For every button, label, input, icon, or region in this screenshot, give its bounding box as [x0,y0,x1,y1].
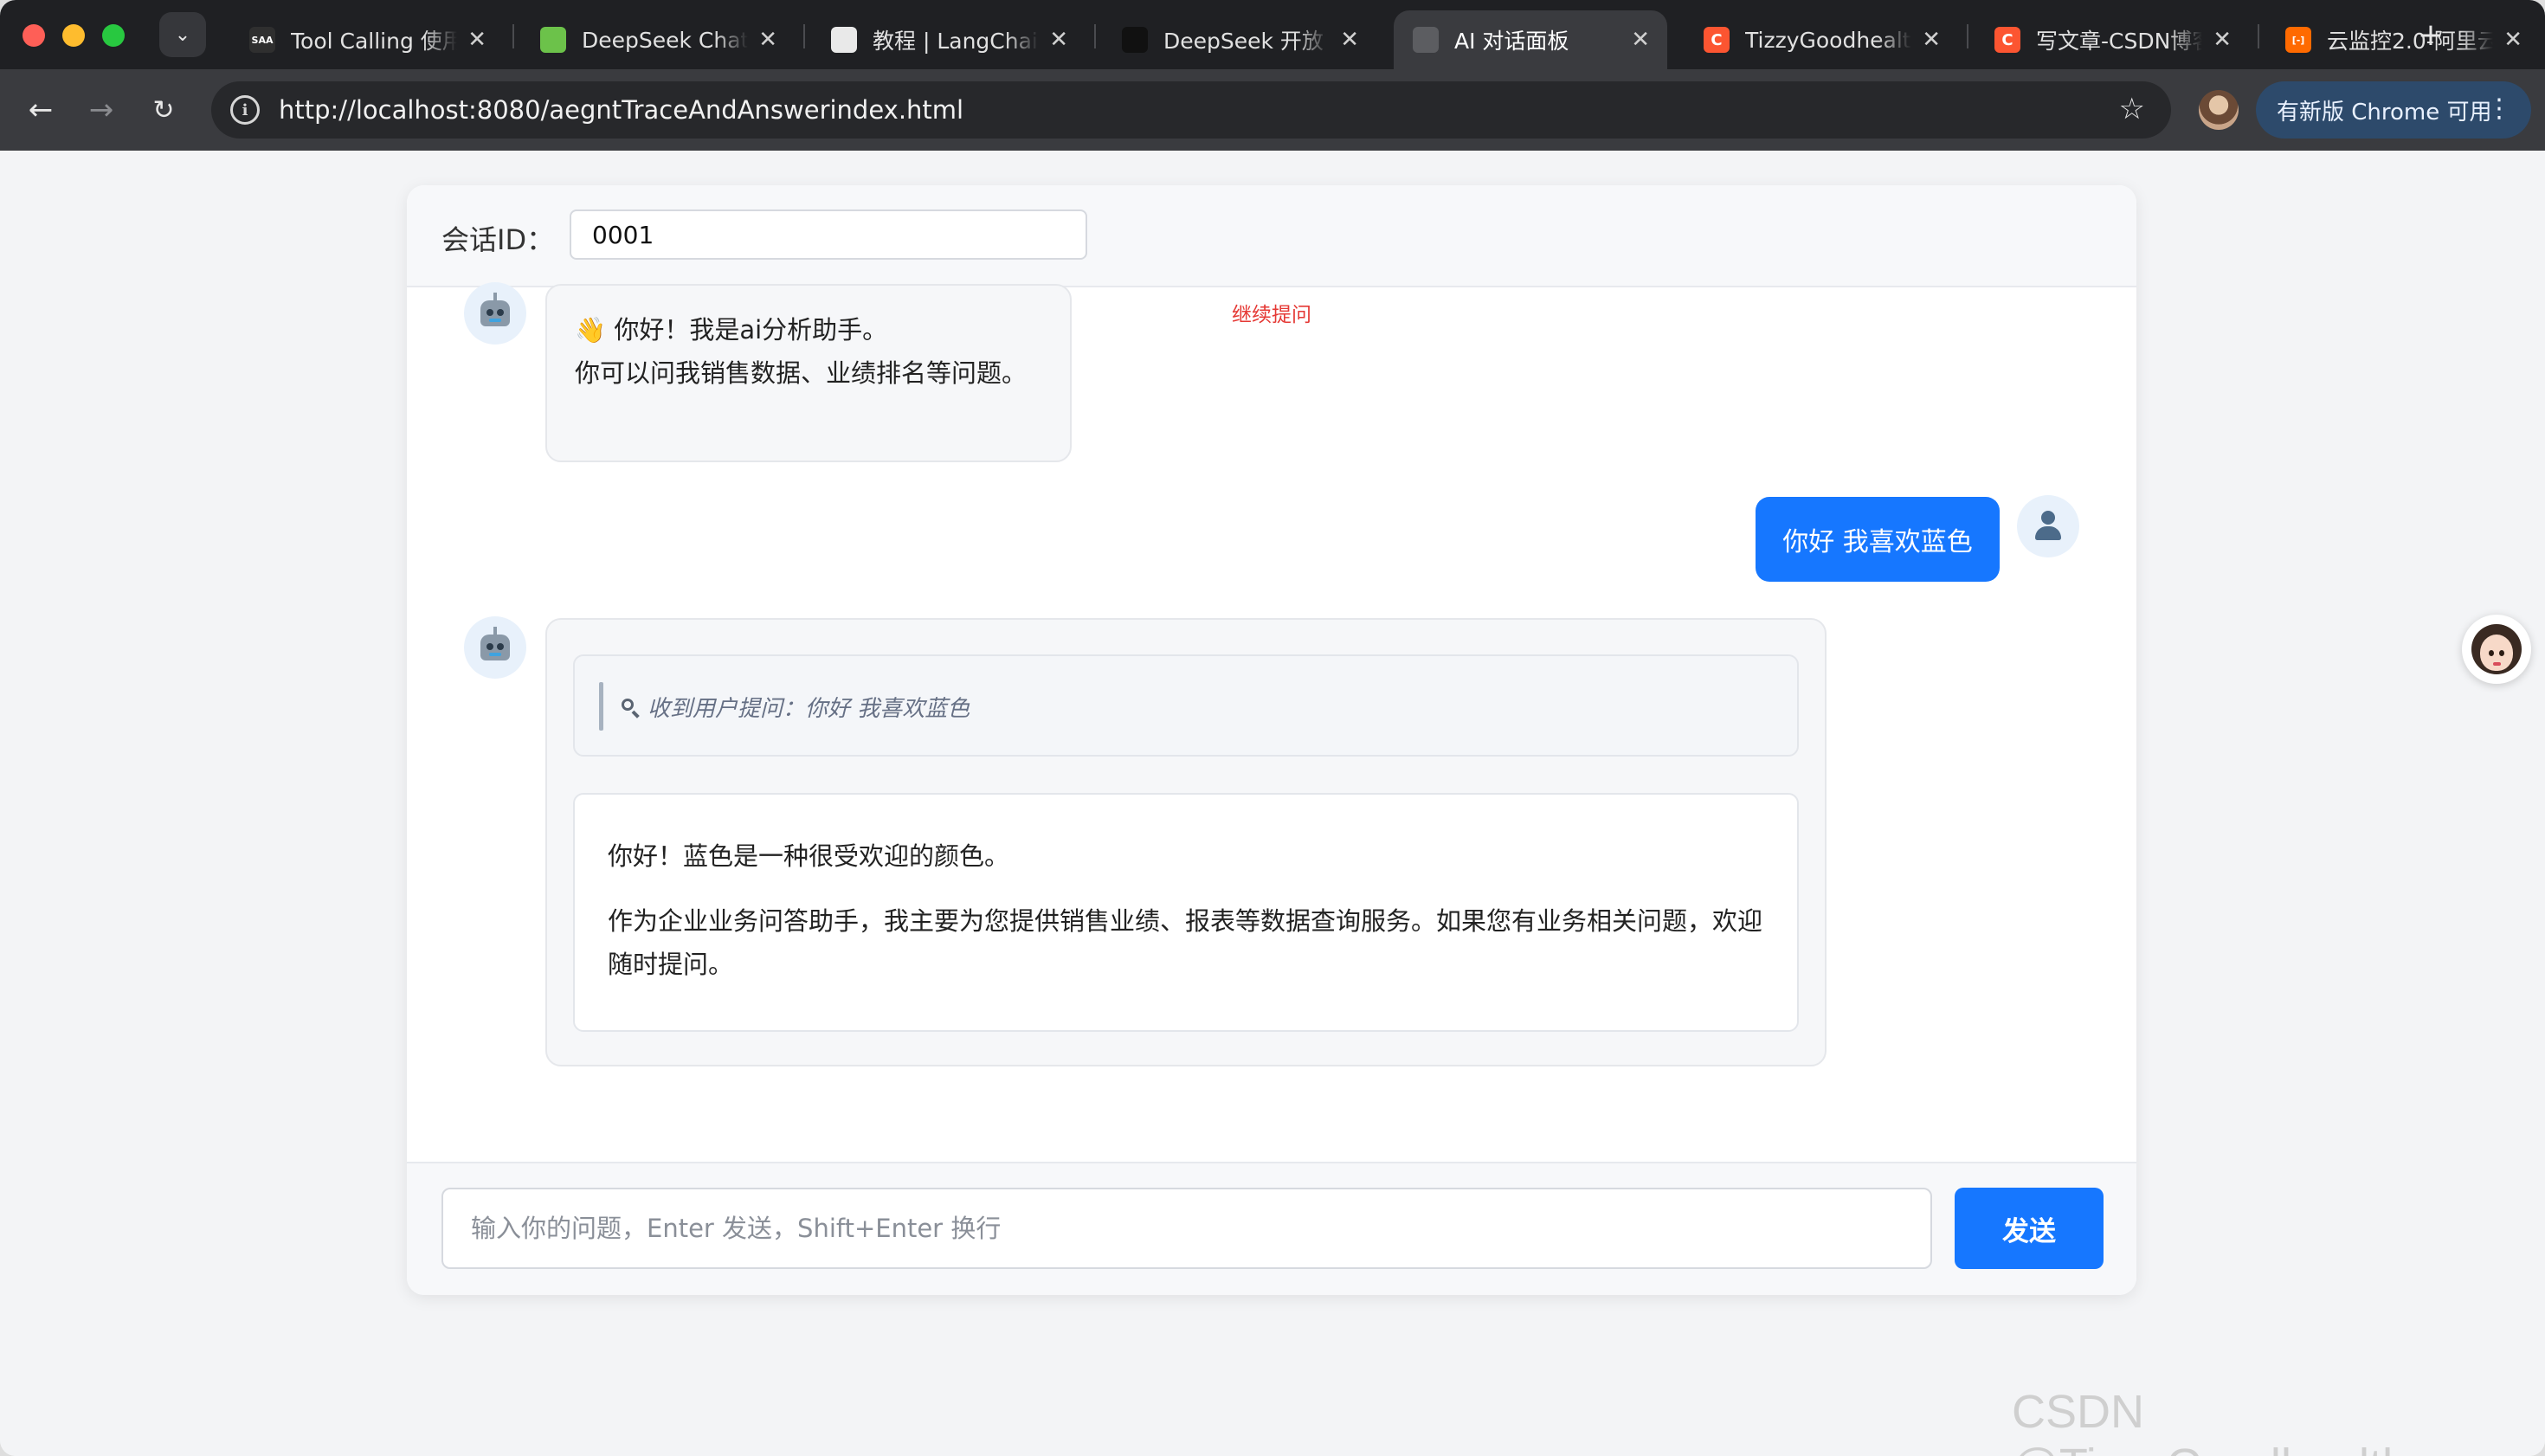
greeting-line-1: 👋 你好！我是ai分析助手。 [575,315,888,345]
bot-answer-bubble: 收到用户提问：你好 我喜欢蓝色 你好！蓝色是一种很受欢迎的颜色。 作为企业业务问… [545,618,1827,1066]
user-message-bubble: 你好 我喜欢蓝色 [1756,497,2000,582]
user-icon [2033,511,2063,542]
browser-tab[interactable]: DeepSeek 开放 ✕ [1103,10,1376,69]
tab-favicon-icon [1413,27,1439,53]
tab-separator [2258,24,2259,48]
bot-greeting-bubble: 👋 你好！我是ai分析助手。 你可以问我销售数据、业绩排名等问题。 [545,284,1072,462]
tab-search-chevron-icon[interactable]: ⌄ [159,12,206,57]
page-viewport: 会话ID： 继续提问 👋 你好！我是ai分析助手。 你可以问我销售数据、业绩排名… [0,151,2545,1456]
tab-title: DeepSeek 开放 [1163,29,1324,54]
browser-tab[interactable]: DeepSeek Chat ✕ [521,10,795,69]
browser-tab[interactable]: C 写文章-CSDN博客 ✕ [1975,10,2249,69]
tab-favicon-icon: C [1994,27,2020,53]
magnifier-icon [620,697,641,718]
agent-trace-box: 收到用户提问：你好 我喜欢蓝色 [573,654,1799,757]
csdn-watermark: CSDN @TizzyGoodhealth [2012,1386,2408,1456]
tab-title: Tool Calling 使用 [291,29,458,54]
forward-arrow-icon[interactable]: → [80,88,123,132]
answer-paragraph-2: 作为企业业务问答助手，我主要为您提供销售业绩、报表等数据查询服务。如果您有业务相… [608,906,1763,979]
trace-line: 收到用户提问：你好 我喜欢蓝色 [620,691,970,723]
more-menu-icon[interactable]: ⋮ [2486,93,2512,124]
tab-title: 教程 | LangChain [873,29,1040,54]
trace-text: 收到用户提问：你好 我喜欢蓝色 [648,696,970,722]
tab-separator [1094,24,1096,48]
tab-separator [803,24,805,48]
robot-icon [480,627,510,660]
chat-panel: 会话ID： 继续提问 👋 你好！我是ai分析助手。 你可以问我销售数据、业绩排名… [407,185,2136,1295]
tab-separator [512,24,514,48]
browser-toolbar: ← → ↻ i http://localhost:8080/aegntTrace… [0,69,2545,151]
chrome-update-label: 有新版 Chrome 可用 [2277,99,2492,126]
tab-favicon-icon: C [1704,27,1730,53]
new-tab-button[interactable]: + [2410,14,2452,55]
bot-avatar [464,616,526,679]
tab-close-icon[interactable]: ✕ [2503,27,2522,53]
assistant-face-icon [2471,624,2522,674]
user-avatar [2017,495,2079,557]
browser-tab[interactable]: C TizzyGoodhealth ✕ [1685,10,1958,69]
chat-input-bar: 发送 [407,1162,2136,1295]
maximize-window-button[interactable] [102,24,125,47]
send-button[interactable]: 发送 [1955,1188,2104,1269]
tab-close-icon[interactable]: ✕ [758,27,777,53]
browser-window: ⌄ SAA Tool Calling 使用 ✕ DeepSeek Chat ✕ 教程 | … [0,0,2545,1456]
tab-title: 写文章-CSDN博客 [2036,29,2203,54]
tab-separator [1967,24,1968,48]
site-info-icon[interactable]: i [230,95,260,125]
trace-quote-bar [599,682,603,731]
tab-favicon-icon [831,27,857,53]
back-arrow-icon[interactable]: ← [19,88,62,132]
reload-icon[interactable]: ↻ [142,88,185,132]
floating-assistant-avatar[interactable] [2462,615,2531,684]
chrome-update-button[interactable]: 有新版 Chrome 可用 ⋮ [2256,81,2531,139]
browser-tab[interactable]: [-] 云监控2.0-阿里云 ✕ [2266,10,2540,69]
bot-avatar [464,282,526,345]
close-window-button[interactable] [23,24,45,47]
tab-favicon-icon: SAA [249,27,275,53]
tab-favicon-icon [1122,27,1148,53]
tab-title: DeepSeek Chat [582,27,749,53]
browser-tab[interactable]: 教程 | LangChain ✕ [812,10,1086,69]
tab-favicon-icon [540,27,566,53]
bookmark-star-icon[interactable]: ☆ [2119,92,2145,126]
chat-header: 会话ID： [407,185,2136,287]
browser-tab[interactable]: AI 对话面板 ✕ [1394,10,1667,69]
greeting-line-2: 你可以问我销售数据、业绩排名等问题。 [575,358,1028,388]
tab-title: TizzyGoodhealth [1745,27,1912,53]
tab-close-icon[interactable]: ✕ [1922,27,1941,53]
tab-close-icon[interactable]: ✕ [467,27,486,53]
url-text[interactable]: http://localhost:8080/aegntTraceAndAnswe… [279,95,963,125]
session-id-input[interactable] [570,209,1087,260]
tab-close-icon[interactable]: ✕ [1631,27,1650,53]
minimize-window-button[interactable] [62,24,85,47]
answer-paragraph-1: 你好！蓝色是一种很受欢迎的颜色。 [608,841,1010,871]
tab-favicon-icon: [-] [2285,27,2311,53]
question-input[interactable] [441,1188,1932,1269]
tab-close-icon[interactable]: ✕ [1049,27,1068,53]
tab-close-icon[interactable]: ✕ [1340,27,1359,53]
tab-close-icon[interactable]: ✕ [2213,27,2232,53]
session-id-label: 会话ID： [441,223,555,256]
browser-tab[interactable]: SAA Tool Calling 使用 ✕ [230,10,504,69]
address-bar[interactable]: i http://localhost:8080/aegntTraceAndAns… [211,81,2171,139]
tab-title: AI 对话面板 [1454,29,1569,54]
robot-icon [480,293,510,326]
tab-strip: ⌄ SAA Tool Calling 使用 ✕ DeepSeek Chat ✕ 教程 | … [0,0,2545,69]
answer-box: 你好！蓝色是一种很受欢迎的颜色。 作为企业业务问答助手，我主要为您提供销售业绩、… [573,793,1799,1032]
profile-avatar[interactable] [2199,90,2239,130]
